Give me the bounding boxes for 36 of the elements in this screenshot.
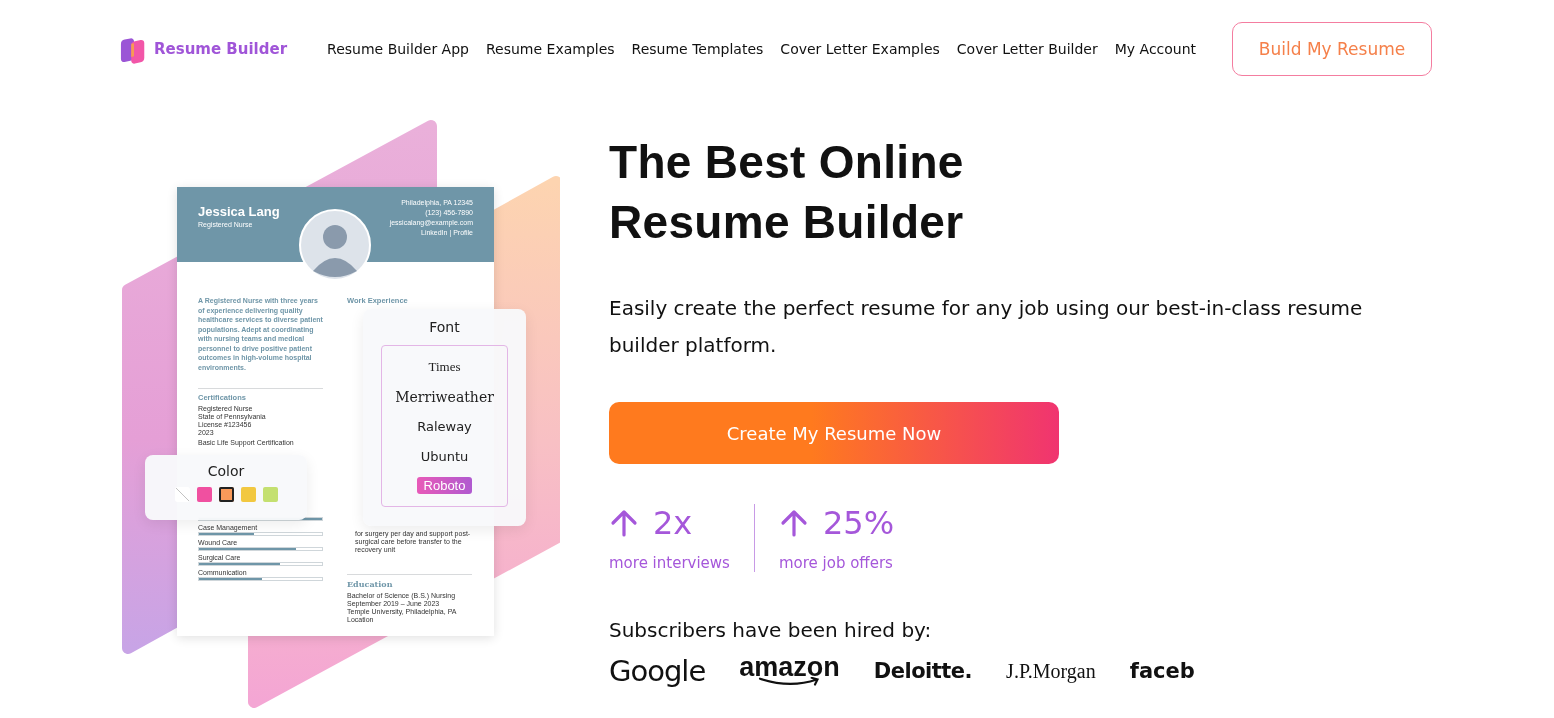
- stat-value: 2x: [653, 504, 693, 542]
- panel-title: Color: [207, 463, 245, 479]
- company-logo: Deloitte.: [873, 659, 973, 683]
- font-option[interactable]: Raleway: [410, 418, 479, 436]
- hired-label: Subscribers have been hired by:: [609, 618, 933, 642]
- company-logo: Google: [609, 654, 706, 688]
- panel-title: Font: [429, 319, 460, 335]
- arrow-up-icon: [609, 508, 639, 538]
- nav-link[interactable]: My Account: [1114, 41, 1197, 57]
- section-heading: Education: [347, 579, 394, 589]
- font-option[interactable]: Times: [421, 358, 468, 377]
- hero-title: Resume Builder: [609, 195, 965, 250]
- color-swatch[interactable]: [218, 487, 234, 502]
- company-logo: amazon: [739, 655, 840, 687]
- hero-title: The Best Online: [609, 135, 965, 190]
- no-color-swatch[interactable]: [174, 487, 190, 502]
- color-swatch[interactable]: [196, 487, 212, 502]
- color-swatch[interactable]: [262, 487, 278, 502]
- company-logo: faceb: [1129, 659, 1195, 683]
- profile-avatar: [299, 209, 371, 281]
- nav-link[interactable]: Resume Examples: [485, 41, 615, 57]
- stat-label: more interviews: [609, 554, 730, 572]
- resume-name: Jessica Lang: [198, 204, 280, 219]
- nav-link[interactable]: Cover Letter Builder: [956, 41, 1098, 57]
- nav-link[interactable]: Resume Builder App: [327, 41, 469, 57]
- stat-label: more job offers: [778, 554, 894, 572]
- nav-link[interactable]: Resume Templates: [631, 41, 764, 57]
- stat-value: 25%: [822, 504, 895, 542]
- hero-subtitle: Easily create the perfect resume for any job using our best-in-class resume builder platform.: [609, 295, 1364, 359]
- color-swatch[interactable]: [240, 487, 256, 502]
- font-option[interactable]: Ubuntu: [413, 447, 476, 465]
- font-option[interactable]: Roboto: [416, 476, 473, 494]
- nav-link[interactable]: Cover Letter Examples: [780, 41, 940, 57]
- font-option[interactable]: Merriweather: [388, 388, 501, 407]
- company-logo: J.P.Morgan: [1006, 659, 1096, 683]
- logo-text[interactable]: Resume Builder: [154, 40, 288, 58]
